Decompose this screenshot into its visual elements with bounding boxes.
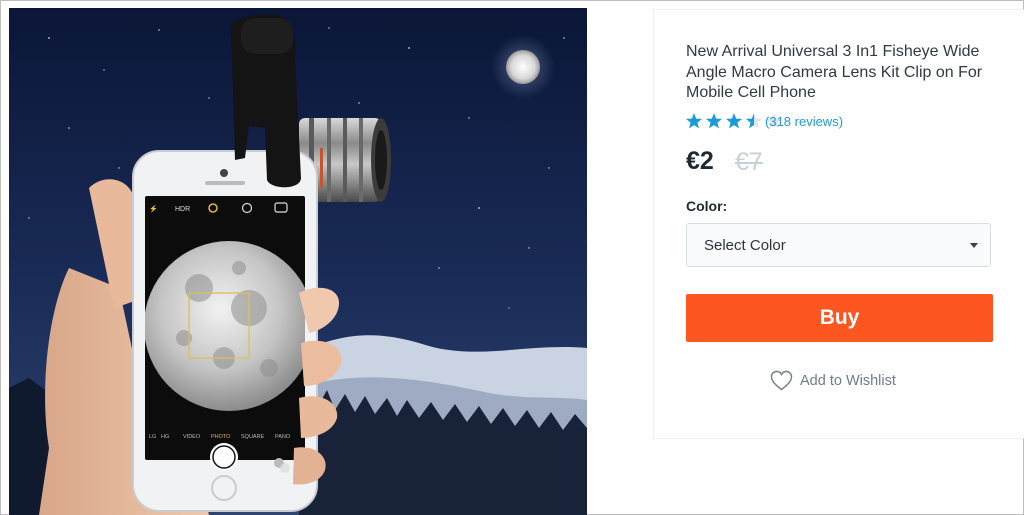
product-photo-svg: ⚡ HDR LG HG VIDEO PHOTO SQUARE PANO <box>9 8 587 515</box>
caret-down-icon <box>970 243 978 248</box>
svg-text:SQUARE: SQUARE <box>241 434 265 440</box>
svg-text:VIDEO: VIDEO <box>183 434 201 440</box>
buy-button[interactable]: Buy <box>686 294 993 342</box>
star-icon <box>705 113 723 129</box>
svg-text:HG: HG <box>161 434 169 440</box>
product-title: New Arrival Universal 3 In1 Fisheye Wide… <box>686 43 983 101</box>
svg-text:⚡: ⚡ <box>149 204 158 213</box>
product-image[interactable]: ⚡ HDR LG HG VIDEO PHOTO SQUARE PANO <box>9 8 587 515</box>
product-detail-panel: New Arrival Universal 3 In1 Fisheye Wide… <box>653 9 1024 439</box>
app-frame: ⚡ HDR LG HG VIDEO PHOTO SQUARE PANO New … <box>0 0 1024 515</box>
hdr-text: HDR <box>175 206 190 213</box>
svg-text:PANO: PANO <box>275 434 291 440</box>
svg-text:LG: LG <box>149 434 156 440</box>
star-icon <box>745 113 763 129</box>
wishlist-label: Add to Wishlist <box>800 373 896 389</box>
current-price: €2 <box>686 147 714 175</box>
color-select[interactable]: Select Color <box>686 223 991 267</box>
star-icon <box>725 113 743 129</box>
color-label: Color: <box>686 198 728 214</box>
original-price: €7 <box>735 148 763 176</box>
star-icon <box>685 113 703 129</box>
heart-icon <box>770 370 793 391</box>
reviews-link[interactable]: (318 reviews) <box>765 114 843 129</box>
color-select-value: Select Color <box>704 237 786 254</box>
svg-text:PHOTO: PHOTO <box>211 434 231 440</box>
